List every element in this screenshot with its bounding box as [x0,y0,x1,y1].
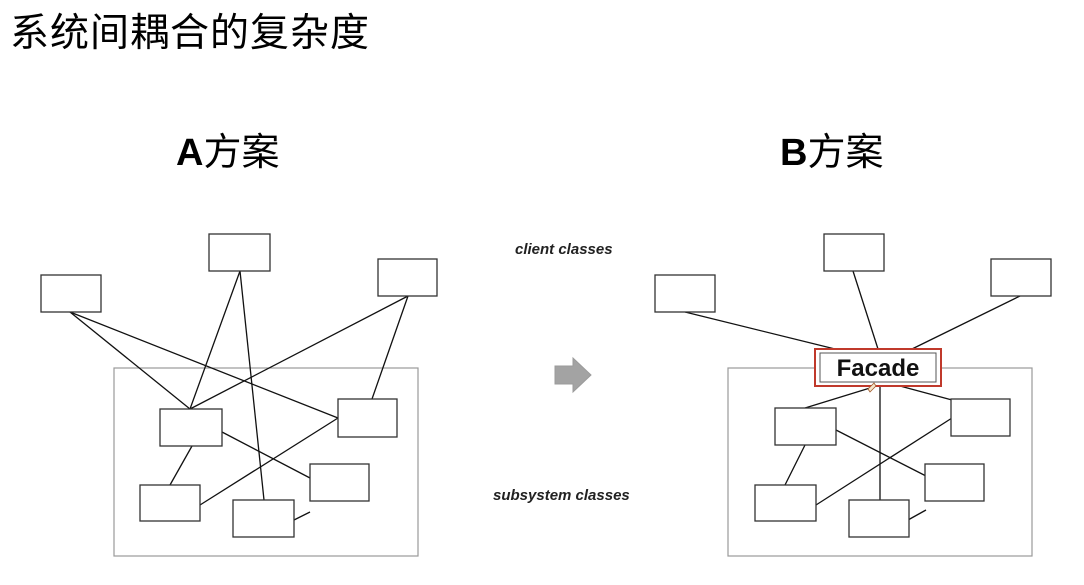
scheme-b-client-box [823,233,885,272]
scheme-a-subsystem-box [309,463,370,502]
arrow-right-icon [554,356,592,394]
scheme-b-subsystem-box [754,484,817,522]
scheme-b-client-box [654,274,716,313]
scheme-a-client-box [40,274,102,313]
facade-label: Facade [837,355,920,382]
scheme-b-link [804,387,871,409]
scheme-a-link [169,445,193,486]
scheme-a-client-box [377,258,438,297]
facade-box: Facade [814,348,942,393]
scheme-b-client-box [990,258,1052,297]
scheme-b-link [835,429,927,477]
scheme-b-subsystem-box [924,463,985,502]
scheme-b-link [684,311,836,350]
scheme-b-diagram [654,233,1052,557]
scheme-a-link [221,431,311,479]
scheme-b-subsystem-box [950,398,1011,437]
scheme-a-client-box [208,233,271,272]
scheme-a-subsystem-box [337,398,398,438]
scheme-b-link [911,295,1021,350]
scheme-a-link [189,270,241,410]
scheme-a-link [239,270,265,501]
scheme-b-subsystem-box [848,499,910,538]
scheme-b-subsystem-box [774,407,837,446]
scheme-a-diagram [40,233,438,557]
scheme-a-link [189,295,409,410]
scheme-a-link [293,511,311,521]
scheme-a-subsystem-box [139,484,201,522]
scheme-a-subsystem-box [232,499,295,538]
scheme-b-link [899,385,953,401]
scheme-a-link [69,311,191,410]
scheme-b-link [784,444,806,486]
scheme-a-subsystem-box [159,408,223,447]
scheme-b-link [852,270,879,350]
scheme-b-link [907,509,927,521]
coupling-diagram: Facade [40,233,1052,557]
